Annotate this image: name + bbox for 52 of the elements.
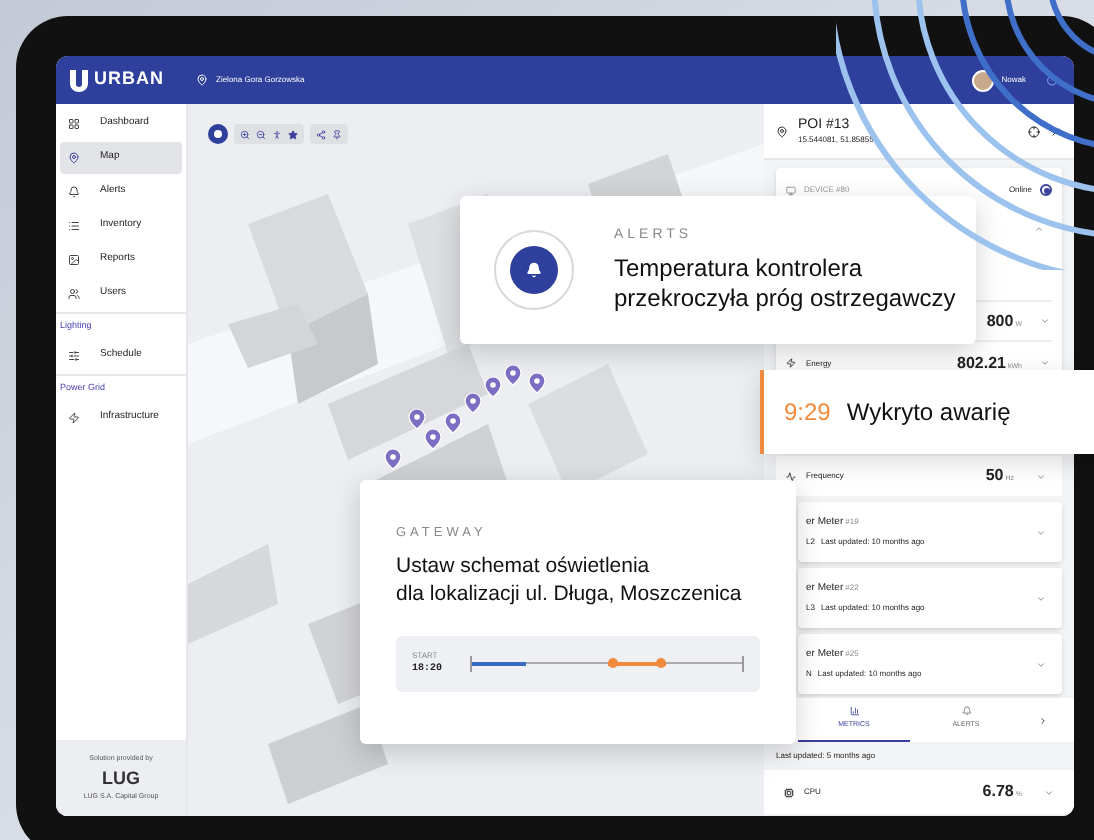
- logo-icon: [70, 69, 88, 91]
- map-pin-icon[interactable]: [504, 364, 522, 386]
- nav-icon: [68, 186, 80, 198]
- footer-logo: LUG: [102, 769, 140, 787]
- next-icon[interactable]: [1037, 715, 1047, 725]
- alert-icon: [510, 246, 558, 294]
- collapse-icon[interactable]: [1034, 223, 1044, 233]
- nav-icon: [68, 412, 80, 424]
- map-pin-icon[interactable]: [528, 372, 546, 394]
- star-icon[interactable]: [288, 129, 298, 139]
- map-pin-icon[interactable]: [484, 376, 502, 398]
- zoom-out-icon[interactable]: [256, 129, 266, 139]
- brand-name: URBAN: [94, 66, 164, 93]
- nav-icon: [68, 288, 80, 300]
- zoom-in-icon[interactable]: [240, 129, 250, 139]
- energy-icon: [786, 358, 796, 368]
- map-pin-icon[interactable]: [408, 408, 426, 430]
- tab-icon: [961, 706, 971, 717]
- timeline-handle[interactable]: [656, 658, 667, 669]
- location-pin-icon: [196, 74, 208, 86]
- expand-icon[interactable]: [1036, 593, 1046, 603]
- expand-icon[interactable]: [1040, 358, 1050, 368]
- map-pin-icon[interactable]: [444, 412, 462, 434]
- gateway-message: Ustaw schemat oświetlenia dla lokalizacji ul. Długa, Moszczenica: [396, 551, 744, 608]
- map-pin-icon[interactable]: [384, 448, 402, 470]
- map-pin-icon[interactable]: [424, 428, 442, 450]
- nav-icon: [68, 350, 80, 362]
- timeline-handle[interactable]: [607, 658, 617, 669]
- cpu-icon: [784, 787, 794, 797]
- nav-icon: [68, 118, 80, 130]
- expand-icon[interactable]: [1036, 471, 1046, 481]
- expand-icon[interactable]: [1044, 787, 1054, 797]
- notification-time: 9:29: [784, 396, 831, 430]
- location-pin-icon: [776, 125, 788, 137]
- power-icon[interactable]: [1046, 74, 1058, 86]
- person-icon[interactable]: [272, 129, 282, 139]
- device-icon: [786, 185, 796, 195]
- nav-icon: [68, 152, 80, 164]
- expand-icon[interactable]: [1036, 659, 1046, 669]
- tab-icon: [849, 706, 859, 717]
- nav-icon: [68, 254, 80, 266]
- locate-icon[interactable]: [1028, 125, 1040, 137]
- nav-icon: [68, 220, 80, 232]
- network-icon[interactable]: [316, 129, 326, 139]
- expand-icon[interactable]: [1040, 316, 1050, 326]
- timeline-range[interactable]: [607, 657, 667, 670]
- frequency-icon: [786, 471, 796, 481]
- expand-icon[interactable]: [1036, 527, 1046, 537]
- alert-message: Temperatura kontrolera przekroczyła próg ostrzegawczy: [614, 253, 956, 314]
- map-pin-icon[interactable]: [464, 392, 482, 414]
- notification-text: Wykryto awarię: [846, 396, 1011, 430]
- pin-icon[interactable]: [332, 129, 342, 139]
